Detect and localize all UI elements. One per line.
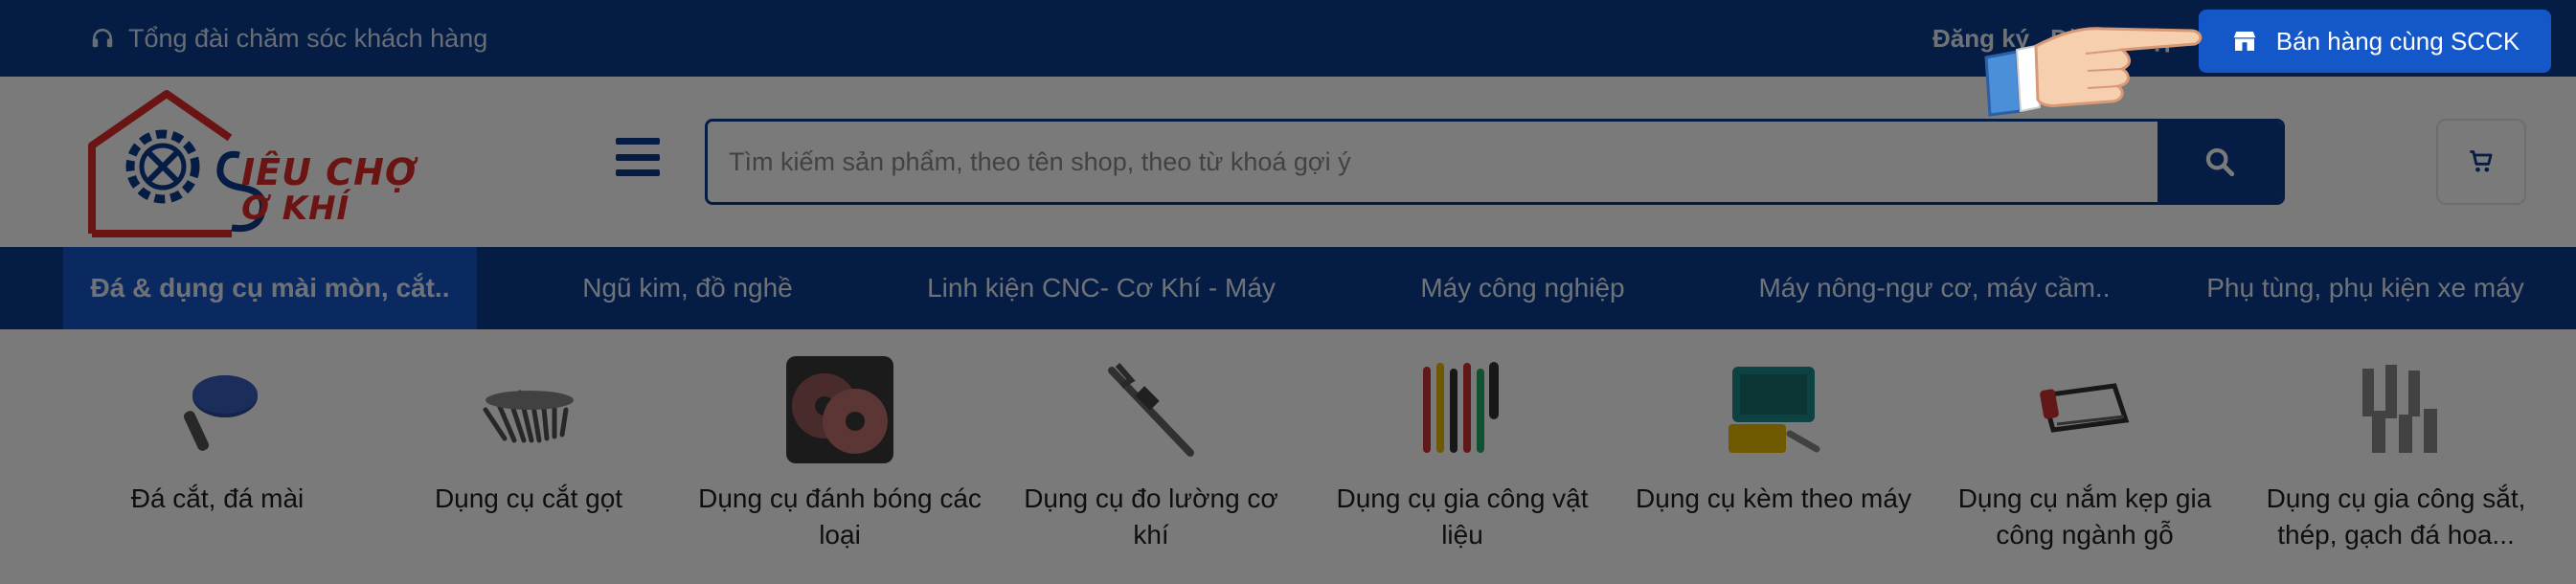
support-label: Tổng đài chăm sóc khách hàng [128,23,488,53]
screwdriver-set-icon [1405,354,1520,465]
subcategory-item[interactable]: Dụng cụ đo lường cơ khí [1007,354,1295,553]
search-icon [2205,147,2235,177]
subcategory-item[interactable]: Dụng cụ đánh bóng các loại [696,354,983,553]
subcategory-label: Dụng cụ gia công vật liệu [1336,483,1589,550]
pointing-hand-icon [1984,27,2203,117]
subcategory-label: Dụng cụ gia công sắt, thép, gạch đá hoa.… [2266,483,2526,550]
subcategory-grid: Đá cắt, đá mài Dụng cụ cắt gọt Dụng cụ đ… [0,329,2576,584]
cart-button[interactable] [2436,119,2526,205]
category-tab[interactable]: Đá & dụng cụ mài mòn, cắt.. [63,247,477,329]
sell-with-scck-button[interactable]: Bán hàng cùng SCCK [2199,10,2551,73]
customer-support[interactable]: Tổng đài chăm sóc khách hàng [90,0,487,77]
hacksaw-icon [2027,354,2142,465]
subcategory-label: Dụng cụ nắm kẹp gia công ngành gỗ [1957,483,2212,550]
category-tab[interactable]: Máy công nghiệp [1360,247,1685,329]
subcategory-item[interactable]: Dụng cụ gia công vật liệu [1319,354,1606,553]
logo[interactable]: IÊU CHỢ Ơ KHÍ [86,88,441,241]
subcategory-label: Dụng cụ đánh bóng các loại [698,483,982,550]
subcategory-item[interactable]: Dụng cụ cắt gọt [385,354,672,517]
grinding-wheel-icon [160,354,275,465]
subcategory-label: Dụng cụ cắt gọt [434,483,623,513]
cutting-tools-icon [471,354,586,465]
search-bar [705,119,2285,205]
polishing-disc-icon [782,354,897,465]
logo-text-line1: IÊU CHỢ [241,151,418,193]
logo-text-line2: Ơ KHÍ [241,190,350,228]
subcategory-label: Đá cắt, đá mài [130,483,305,513]
category-tab[interactable]: Máy nông-ngư cơ, máy cầm.. [1724,247,2145,329]
page: Tổng đài chăm sóc khách hàng Đăng ký Đăn… [0,0,2576,584]
subcategory-item[interactable]: Đá cắt, đá mài [74,354,361,517]
sell-button-label: Bán hàng cùng SCCK [2275,26,2520,56]
cart-icon [2470,150,2493,172]
caliper-icon [1094,354,1209,465]
category-nav: Đá & dụng cụ mài mòn, cắt.. Ngũ kim, đồ … [0,247,2576,329]
subcategory-label: Dụng cụ kèm theo máy [1636,483,1911,513]
hole-saw-icon [2339,354,2453,465]
toolbox-icon [1716,354,1831,465]
hamburger-menu-icon[interactable] [616,138,660,176]
subcategory-item[interactable]: Dụng cụ gia công sắt, thép, gạch đá hoa.… [2252,354,2540,553]
headset-icon [92,29,113,48]
category-tab[interactable]: Linh kiện CNC- Cơ Khí - Máy [891,247,1312,329]
search-input[interactable] [708,122,2158,202]
store-icon [2233,32,2256,51]
category-tab[interactable]: Phụ tùng, phụ kiện xe máy [2174,247,2557,329]
subcategory-item[interactable]: Dụng cụ nắm kẹp gia công ngành gỗ [1941,354,2228,553]
search-button[interactable] [2158,122,2282,202]
category-tab[interactable]: Ngũ kim, đồ nghề [525,247,850,329]
subcategory-label: Dụng cụ đo lường cơ khí [1024,483,1278,550]
subcategory-item[interactable]: Dụng cụ kèm theo máy [1630,354,1917,517]
